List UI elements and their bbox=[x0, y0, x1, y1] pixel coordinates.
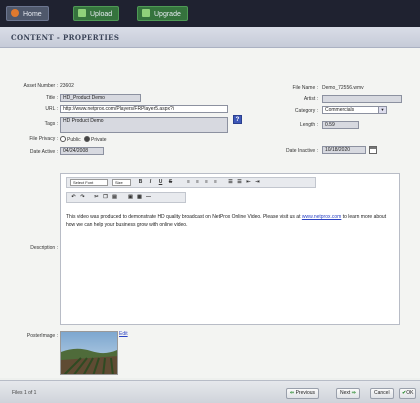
ordered-list-icon[interactable]: ☰ bbox=[227, 179, 234, 186]
length-label: Length : bbox=[299, 122, 318, 128]
netprox-link[interactable]: www.netprox.com bbox=[302, 214, 341, 220]
content-text-before: This video was produced to demonstrate H… bbox=[66, 214, 302, 220]
editor-toolbar-row-2: ↶ ↷ ✂ ❐ ▤ ▣ ▦ — bbox=[66, 192, 186, 203]
upload-button[interactable]: Upload bbox=[73, 6, 120, 21]
file-privacy-label: File Privacy : bbox=[29, 136, 58, 142]
strike-button[interactable]: S bbox=[167, 179, 174, 186]
arrow-left-icon: ⇐ bbox=[290, 390, 295, 396]
category-value: Commercials bbox=[325, 107, 355, 113]
section-header: CONTENT - PROPERTIES bbox=[0, 27, 420, 48]
poster-image-label: PosterImage : bbox=[26, 333, 58, 339]
ok-button[interactable]: ✔OK bbox=[399, 388, 417, 399]
chevron-down-icon: ▼ bbox=[378, 107, 386, 113]
home-label: Home bbox=[23, 11, 42, 18]
tags-label: Tags : bbox=[44, 121, 58, 127]
copy-icon[interactable]: ❐ bbox=[102, 194, 109, 201]
cancel-label: Cancel bbox=[374, 390, 390, 396]
date-active-field[interactable]: 04/24/2008 bbox=[60, 147, 104, 155]
editor-toolbar-row-1: Select Font Size B I U S ≡ ≡ ≡ ≡ ☰ ☰ ⇤ ⇥ bbox=[66, 177, 316, 188]
poster-image[interactable] bbox=[60, 331, 118, 375]
next-button[interactable]: Next ⇒ bbox=[336, 388, 360, 399]
next-label: Next bbox=[340, 390, 351, 396]
upgrade-label[interactable]: Upgrade bbox=[154, 11, 181, 18]
horizontal-rule-icon[interactable]: — bbox=[145, 194, 152, 201]
category-label: Category : bbox=[294, 108, 318, 114]
date-inactive-label: Date Inactive : bbox=[286, 148, 318, 154]
align-center-icon[interactable]: ≡ bbox=[194, 179, 201, 186]
upload-icon bbox=[78, 9, 86, 17]
category-select[interactable]: Commercials ▼ bbox=[322, 106, 387, 114]
upload-label[interactable]: Upload bbox=[90, 11, 112, 18]
home-button[interactable]: Home bbox=[6, 6, 49, 21]
undo-icon[interactable]: ↶ bbox=[70, 194, 77, 201]
upgrade-button[interactable]: Upgrade bbox=[137, 6, 188, 21]
table-icon[interactable]: ▦ bbox=[136, 194, 143, 201]
date-active-label: Date Active : bbox=[29, 149, 58, 155]
artist-label: Artist : bbox=[303, 96, 318, 102]
privacy-private-label: Private bbox=[91, 137, 107, 143]
description-content[interactable]: This video was produced to demonstrate H… bbox=[66, 213, 391, 229]
poster-image-picture bbox=[61, 332, 117, 374]
length-field[interactable]: 0.59 bbox=[322, 121, 359, 129]
top-toolbar: Home Upload Upgrade bbox=[0, 0, 420, 27]
footer-bar: Files 1 of 1 ⇐ Previous Next ⇒ Cancel ✔O… bbox=[0, 380, 420, 403]
size-select[interactable]: Size bbox=[112, 179, 131, 186]
outdent-icon[interactable]: ⇤ bbox=[245, 179, 252, 186]
file-name-label: File Name : bbox=[292, 85, 318, 91]
ok-label: OK bbox=[406, 390, 414, 396]
bold-button[interactable]: B bbox=[137, 179, 144, 186]
privacy-public-label: Public bbox=[67, 137, 81, 143]
home-icon bbox=[11, 9, 19, 17]
underline-button[interactable]: U bbox=[157, 179, 164, 186]
privacy-private-radio[interactable] bbox=[84, 136, 91, 142]
title-field[interactable]: HD_Product Demo bbox=[60, 94, 141, 102]
poster-edit-link[interactable]: Edit bbox=[119, 331, 128, 337]
file-name-value: Demo_72556.wmv bbox=[322, 85, 364, 91]
artist-field[interactable] bbox=[322, 95, 402, 103]
help-icon[interactable]: ? bbox=[233, 115, 242, 124]
image-icon[interactable]: ▣ bbox=[127, 194, 134, 201]
asset-number-label: Asset Number : bbox=[23, 83, 58, 89]
page-title: CONTENT - PROPERTIES bbox=[11, 33, 120, 42]
upgrade-icon bbox=[142, 9, 150, 17]
calendar-icon[interactable] bbox=[369, 146, 377, 154]
align-left-icon[interactable]: ≡ bbox=[185, 179, 192, 186]
redo-icon[interactable]: ↷ bbox=[79, 194, 86, 201]
paste-icon[interactable]: ▤ bbox=[111, 194, 118, 201]
privacy-public-radio[interactable] bbox=[60, 136, 66, 142]
cut-icon[interactable]: ✂ bbox=[93, 194, 100, 201]
align-justify-icon[interactable]: ≡ bbox=[212, 179, 219, 186]
cancel-button[interactable]: Cancel bbox=[370, 388, 394, 399]
description-label: Description : bbox=[30, 245, 58, 251]
font-select[interactable]: Select Font bbox=[70, 179, 108, 186]
tags-field[interactable]: HD Product Demo bbox=[60, 117, 228, 133]
url-field[interactable]: http://www.netprox.com/Players/FRPlayer5… bbox=[60, 105, 228, 113]
url-label: URL : bbox=[45, 106, 58, 112]
align-right-icon[interactable]: ≡ bbox=[203, 179, 210, 186]
asset-number-value: 23602 bbox=[60, 83, 74, 89]
date-inactive-field[interactable]: 10/18/2020 bbox=[322, 146, 366, 154]
previous-label: Previous bbox=[295, 390, 316, 396]
file-privacy-options: Public Private bbox=[60, 136, 107, 143]
files-status: Files 1 of 1 bbox=[12, 390, 37, 396]
indent-icon[interactable]: ⇥ bbox=[254, 179, 261, 186]
title-label: Title : bbox=[45, 95, 58, 101]
unordered-list-icon[interactable]: ☰ bbox=[236, 179, 243, 186]
arrow-right-icon: ⇒ bbox=[351, 390, 356, 396]
italic-button[interactable]: I bbox=[147, 179, 154, 186]
previous-button[interactable]: ⇐ Previous bbox=[286, 388, 320, 399]
